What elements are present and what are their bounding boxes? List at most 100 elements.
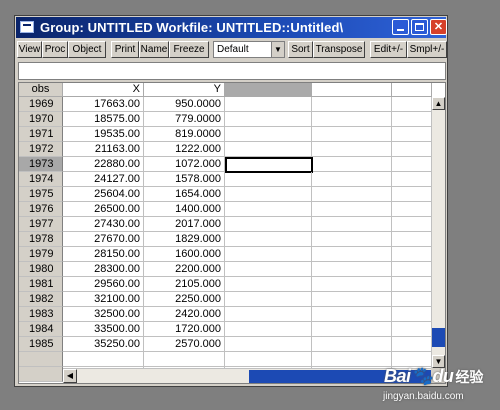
x-value-cell[interactable]: 27670.00 [63,232,144,247]
y-value-cell[interactable]: 2570.000 [144,337,225,352]
empty-cell[interactable] [392,292,432,307]
y-value-cell[interactable]: 1072.000 [144,157,225,172]
table-row[interactable]: 1982 32100.00 2250.000 [19,292,432,307]
empty-cell[interactable] [392,142,432,157]
y-value-cell[interactable]: 779.0000 [144,112,225,127]
empty-cell[interactable] [392,277,432,292]
empty-cell[interactable] [63,352,144,367]
y-value-cell[interactable]: 1829.000 [144,232,225,247]
x-value-cell[interactable]: 25604.00 [63,187,144,202]
empty-cell[interactable] [225,277,312,292]
row-label-cell[interactable]: 1973 [19,157,63,172]
y-value-cell[interactable]: 2105.000 [144,277,225,292]
empty-cell[interactable] [225,352,312,367]
empty-row[interactable] [19,352,432,367]
empty-cell[interactable] [392,187,432,202]
empty-cell[interactable] [225,262,312,277]
sort-button[interactable]: Sort [288,41,313,58]
smpl-toggle-button[interactable]: Smpl+/- [407,41,447,58]
name-button[interactable]: Name [139,41,169,58]
table-row[interactable]: 1983 32500.00 2420.000 [19,307,432,322]
empty-cell[interactable] [225,232,312,247]
empty-cell[interactable] [312,292,392,307]
empty-cell[interactable] [225,337,312,352]
x-value-cell[interactable]: 32500.00 [63,307,144,322]
empty-cell[interactable] [392,157,432,172]
x-value-cell[interactable]: 17663.00 [63,97,144,112]
empty-cell[interactable] [225,142,312,157]
row-label-cell[interactable]: 1972 [19,142,63,157]
empty-cell[interactable] [225,292,312,307]
empty-cell[interactable] [392,337,432,352]
empty-cell[interactable] [392,172,432,187]
y-value-cell[interactable]: 1654.000 [144,187,225,202]
scroll-left-icon[interactable]: ◀ [63,369,77,383]
empty-cell[interactable] [392,112,432,127]
empty-cell[interactable] [312,202,392,217]
table-row[interactable]: 1969 17663.00 950.0000 [19,97,432,112]
x-value-cell[interactable]: 24127.00 [63,172,144,187]
table-row[interactable]: 1977 27430.00 2017.000 [19,217,432,232]
empty-cell[interactable] [392,352,432,367]
empty-cell[interactable] [312,352,392,367]
minimize-button[interactable] [392,19,409,35]
row-label-cell[interactable]: 1971 [19,127,63,142]
x-value-cell[interactable]: 32100.00 [63,292,144,307]
table-row[interactable]: 1984 33500.00 1720.000 [19,322,432,337]
empty-cell[interactable] [225,187,312,202]
title-bar[interactable]: Group: UNTITLED Workfile: UNTITLED::Unti… [16,17,447,38]
edit-toggle-button[interactable]: Edit+/- [370,41,407,58]
proc-button[interactable]: Proc [42,41,68,58]
row-label-cell[interactable]: 1978 [19,232,63,247]
empty-cell[interactable] [392,202,432,217]
row-label-cell[interactable]: 1979 [19,247,63,262]
empty-cell[interactable] [312,157,392,172]
chevron-down-icon[interactable]: ▼ [271,42,284,57]
empty-cell[interactable] [225,97,312,112]
empty-cell[interactable] [312,127,392,142]
column-header-obs[interactable]: obs [19,83,63,97]
row-label-cell[interactable]: 1982 [19,292,63,307]
print-button[interactable]: Print [111,41,139,58]
table-row[interactable]: 1974 24127.00 1578.000 [19,172,432,187]
empty-cell[interactable] [312,277,392,292]
x-value-cell[interactable]: 33500.00 [63,322,144,337]
close-button[interactable]: ✕ [430,19,447,35]
y-value-cell[interactable]: 1400.000 [144,202,225,217]
y-value-cell[interactable]: 2420.000 [144,307,225,322]
empty-cell[interactable] [312,247,392,262]
row-label-cell[interactable]: 1970 [19,112,63,127]
row-label-cell[interactable]: 1980 [19,262,63,277]
row-label-cell[interactable]: 1974 [19,172,63,187]
view-button[interactable]: View [17,41,42,58]
x-value-cell[interactable]: 35250.00 [63,337,144,352]
empty-cell[interactable] [392,97,432,112]
empty-cell[interactable] [312,112,392,127]
y-value-cell[interactable]: 2017.000 [144,217,225,232]
y-value-cell[interactable]: 1222.000 [144,142,225,157]
column-header-y[interactable]: Y [144,83,225,97]
cell-edit-field[interactable] [18,62,446,80]
table-row[interactable]: 1976 26500.00 1400.000 [19,202,432,217]
empty-cell[interactable] [392,307,432,322]
empty-cell[interactable] [392,247,432,262]
horizontal-scrollbar[interactable]: ◀ [63,368,432,383]
display-select[interactable]: Default ▼ [213,41,285,58]
column-header-empty[interactable] [312,83,392,97]
column-header-x[interactable]: X [63,83,144,97]
x-value-cell[interactable]: 21163.00 [63,142,144,157]
maximize-button[interactable] [411,19,428,35]
y-value-cell[interactable]: 1578.000 [144,172,225,187]
freeze-button[interactable]: Freeze [169,41,209,58]
column-header-empty[interactable] [225,83,312,97]
row-label-cell[interactable]: 1977 [19,217,63,232]
empty-cell[interactable] [312,172,392,187]
row-label-cell[interactable]: 1983 [19,307,63,322]
table-row[interactable]: 1972 21163.00 1222.000 [19,142,432,157]
empty-cell[interactable] [225,247,312,262]
y-value-cell[interactable]: 1600.000 [144,247,225,262]
empty-cell[interactable] [312,232,392,247]
empty-cell[interactable] [312,337,392,352]
vertical-scrollbar[interactable]: ▲ ▼ [431,97,445,369]
y-value-cell[interactable]: 1720.000 [144,322,225,337]
